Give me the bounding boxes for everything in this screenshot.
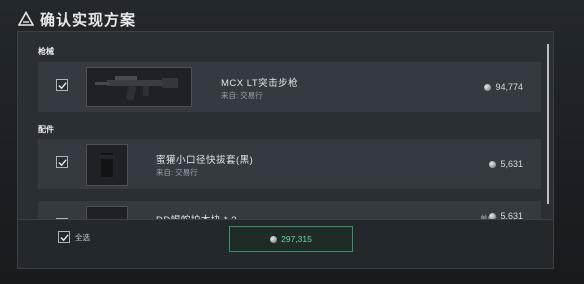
dialog-title: 确认实现方案 (40, 11, 137, 29)
total-price-button[interactable]: 297,315 (229, 226, 353, 252)
dialog-header: 确认实现方案 (18, 8, 136, 30)
select-all-checkbox[interactable] (58, 231, 70, 243)
item-source: 来自: 交易行 (156, 168, 198, 177)
item-name: MCX LT突击步枪 (221, 78, 299, 89)
select-all-label: 全选 (75, 233, 90, 242)
item-source: 来自: 交易行 (221, 91, 263, 100)
item-price-value: 94,774 (495, 82, 523, 92)
warning-triangle-icon (18, 11, 34, 26)
item-checkbox[interactable] (56, 156, 68, 168)
item-name: 蜜獾小口径快拔套(黑) (156, 155, 254, 166)
item-price-value: 5,631 (500, 159, 523, 169)
checkmark-icon (58, 159, 67, 167)
item-thumbnail (86, 144, 128, 186)
checkmark-icon (58, 82, 67, 90)
checkmark-icon (60, 234, 69, 242)
item-price: 5,631 (489, 159, 523, 169)
scrollbar[interactable] (547, 44, 549, 204)
rifle-icon (95, 76, 178, 101)
total-price-value: 297,315 (281, 234, 312, 244)
coin-icon (484, 83, 492, 91)
suppressor-icon (99, 153, 115, 177)
list-item[interactable]: MCX LT突击步枪 来自: 交易行 94,774 (38, 62, 541, 112)
item-checkbox[interactable] (56, 79, 68, 91)
section-label-weapons: 枪械 (38, 47, 54, 56)
list-item[interactable]: 蜜獾小口径快拔套(黑) 来自: 交易行 5,631 (38, 139, 541, 189)
item-price: 94,774 (484, 82, 523, 92)
item-list[interactable]: 枪械 MCX LT突击步枪 来自: 交易行 94,774 配件 蜜獾小口径快拔套… (18, 32, 543, 222)
item-thumbnail (86, 67, 192, 107)
section-label-attachments: 配件 (38, 125, 54, 134)
dialog-footer: 全选 297,315 (18, 219, 553, 268)
confirmation-dialog: 枪械 MCX LT突击步枪 来自: 交易行 94,774 配件 蜜獾小口径快拔套… (17, 31, 554, 269)
coin-icon (270, 235, 278, 243)
coin-icon (489, 160, 497, 168)
